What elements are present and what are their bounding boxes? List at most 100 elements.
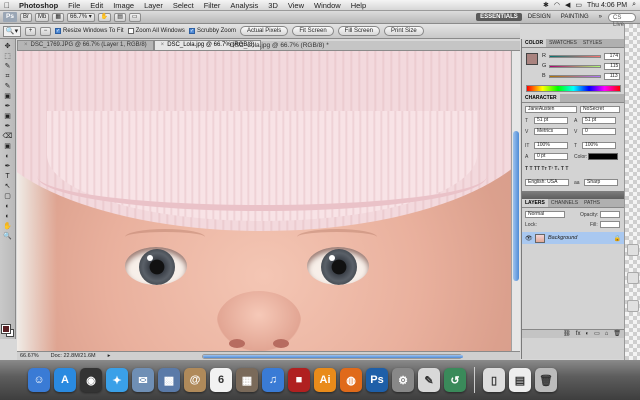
preview-icon[interactable]: ▦	[236, 368, 258, 392]
close-tab-icon[interactable]: ×	[161, 41, 165, 50]
zoom-level-select[interactable]: 66.7% ▾	[67, 12, 95, 22]
arrange-documents-icon[interactable]: ▤	[114, 12, 126, 22]
menu-image[interactable]: Image	[108, 1, 139, 10]
type-tool-icon[interactable]: T	[2, 172, 14, 181]
layer-style-icon[interactable]: fx	[576, 330, 581, 338]
desktop-file-icon[interactable]	[627, 272, 639, 284]
visibility-eye-icon[interactable]: 👁	[525, 235, 533, 242]
tool-preset-picker[interactable]: 🔍▾	[3, 25, 21, 37]
adjustment-layer-icon[interactable]: ◐	[585, 330, 589, 338]
textedit-icon[interactable]: ✎	[418, 368, 440, 392]
desktop-file-icon[interactable]	[627, 244, 639, 256]
baseline-shift-field[interactable]: 0 pt	[534, 153, 568, 160]
minibridge-button[interactable]: Mb	[35, 12, 50, 22]
path-selection-tool-icon[interactable]: ↖	[2, 182, 14, 191]
print-size-button[interactable]: Print Size	[384, 26, 424, 36]
bridge-button[interactable]: Br	[20, 12, 32, 22]
document-tab[interactable]: × DSC_1769.JPG @ 66.7% (Layer 1, RGB/8)	[17, 40, 154, 50]
history-brush-tool-icon[interactable]: ✒	[2, 122, 14, 131]
font-size-field[interactable]: 51 pt	[534, 117, 568, 124]
opacity-field[interactable]	[600, 211, 620, 218]
workspace-design[interactable]: DESIGN	[524, 13, 555, 21]
illustrator-icon[interactable]: Ai	[314, 368, 336, 392]
tab-swatches[interactable]: SWATCHES	[546, 39, 580, 47]
tab-layers[interactable]: LAYERS	[522, 199, 548, 207]
firefox-icon[interactable]: ◍	[340, 368, 362, 392]
address-book-icon[interactable]: @	[184, 368, 206, 392]
leading-field[interactable]: 51 pt	[582, 117, 616, 124]
delete-layer-icon[interactable]: 🗑	[613, 330, 621, 338]
menu-analysis[interactable]: Analysis	[225, 1, 263, 10]
marquee-tool-icon[interactable]: ⬚	[2, 52, 14, 61]
fill-screen-button[interactable]: Fill Screen	[337, 26, 380, 36]
hand-tool-icon[interactable]: ✋	[2, 222, 14, 231]
horizontal-scroll-thumb[interactable]	[203, 354, 464, 358]
safari-icon[interactable]: ✦	[106, 368, 128, 392]
font-family-select[interactable]: JaneAusten	[525, 106, 577, 113]
red-value-field[interactable]: 174	[603, 52, 620, 60]
menu-help[interactable]: Help	[346, 1, 371, 10]
downloads-stack-icon[interactable]: ▤	[509, 368, 531, 392]
cs-live-search[interactable]: CS Live	[608, 12, 636, 28]
vertical-scale-field[interactable]: 100%	[534, 142, 568, 149]
new-layer-icon[interactable]: ⌂	[605, 330, 609, 338]
itunes-icon[interactable]: ♫	[262, 368, 284, 392]
zoom-tool-icon[interactable]: 🔍	[2, 232, 14, 241]
menu-edit[interactable]: Edit	[85, 1, 108, 10]
photo-booth-icon[interactable]: ■	[288, 368, 310, 392]
document-size[interactable]: Doc: 22.8M/21.6M	[51, 353, 96, 359]
fit-screen-button[interactable]: Fit Screen	[292, 26, 334, 36]
zoom-all-windows-checkbox[interactable]: Zoom All Windows	[127, 28, 185, 34]
clock[interactable]: Thu 4:06 PM	[587, 2, 627, 9]
menu-photoshop[interactable]: Photoshop	[14, 1, 63, 10]
trash-icon[interactable]: 🗑	[535, 368, 557, 392]
tab-color[interactable]: COLOR	[522, 39, 547, 47]
workspace-more-icon[interactable]: »	[595, 13, 606, 21]
apple-menu-icon[interactable]: 	[0, 1, 14, 10]
eraser-tool-icon[interactable]: ⌫	[2, 132, 14, 141]
vertical-scrollbar[interactable]	[511, 51, 520, 351]
scrubby-zoom-checkbox[interactable]: ✓ Scrubby Zoom	[188, 28, 236, 34]
iphoto-icon[interactable]: ▩	[158, 368, 180, 392]
app-store-icon[interactable]: A	[54, 368, 76, 392]
menu-layer[interactable]: Layer	[139, 1, 168, 10]
system-preferences-icon[interactable]: ⚙	[392, 368, 414, 392]
tab-styles[interactable]: STYLES	[580, 39, 605, 47]
tracking-field[interactable]: 0	[582, 128, 616, 135]
menu-3d[interactable]: 3D	[263, 1, 283, 10]
actual-pixels-button[interactable]: Actual Pixels	[239, 26, 289, 36]
layer-row-background[interactable]: 👁 Background 🔒	[522, 232, 625, 244]
zoom-out-icon[interactable]: −	[40, 26, 51, 36]
finder-icon[interactable]: ☺	[28, 368, 50, 392]
hand-tool-icon[interactable]: ✋	[97, 12, 112, 22]
green-value-field[interactable]: 115	[604, 62, 621, 70]
brush-tool-icon[interactable]: ✒	[2, 102, 14, 111]
mail-icon[interactable]: ✉	[132, 368, 154, 392]
dashboard-icon[interactable]: ◉	[80, 368, 102, 392]
tab-character[interactable]: CHARACTER	[522, 94, 560, 102]
bluetooth-icon[interactable]: ✱	[543, 1, 549, 9]
color-spectrum-ramp[interactable]	[526, 85, 621, 92]
text-color-swatch[interactable]	[588, 153, 618, 160]
faux-styles-row[interactable]: T T TT Tт T¹ T₁ T T	[525, 166, 568, 172]
image-canvas[interactable]	[17, 51, 511, 351]
kerning-field[interactable]: Metrics	[534, 128, 568, 135]
horizontal-scale-field[interactable]: 100%	[582, 142, 616, 149]
zoom-in-icon[interactable]: +	[25, 26, 36, 36]
shape-tool-icon[interactable]: ▢	[2, 192, 14, 201]
wifi-icon[interactable]: ◠	[554, 1, 560, 9]
gradient-tool-icon[interactable]: ▣	[2, 142, 14, 151]
lasso-tool-icon[interactable]: ✎	[2, 62, 14, 71]
zoom-percentage[interactable]: 66.67%	[20, 353, 39, 359]
tab-channels[interactable]: CHANNELS	[548, 199, 581, 207]
3d-rotate-tool-icon[interactable]: ◐	[2, 202, 14, 211]
menu-window[interactable]: Window	[309, 1, 346, 10]
view-extras-icon[interactable]: ▦	[52, 12, 65, 22]
green-slider[interactable]	[549, 64, 602, 68]
menu-view[interactable]: View	[283, 1, 309, 10]
layer-name[interactable]: Background	[548, 235, 577, 241]
fill-field[interactable]	[600, 221, 620, 228]
language-select[interactable]: English: USA	[525, 179, 569, 186]
eyedropper-tool-icon[interactable]: ✎	[2, 82, 14, 91]
link-layers-icon[interactable]: ⛓	[563, 330, 571, 338]
